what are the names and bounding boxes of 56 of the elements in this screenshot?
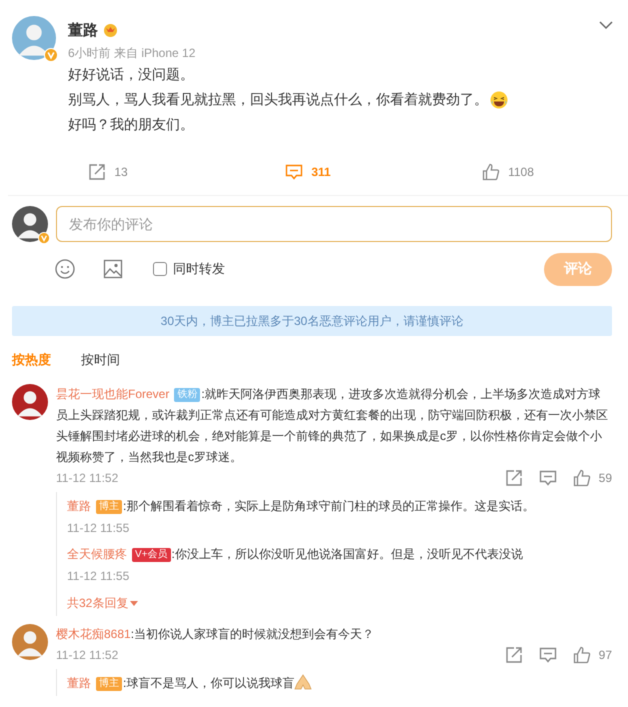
comment-time: 11-12 11:52 bbox=[56, 471, 118, 485]
username-link[interactable]: 樱木花痴8681 bbox=[56, 627, 131, 641]
user-badge: 铁粉 bbox=[174, 388, 200, 402]
thumbs-up-icon bbox=[572, 646, 591, 664]
author-name[interactable]: 董路 bbox=[68, 20, 98, 40]
share-action[interactable]: 13 bbox=[8, 157, 208, 187]
verified-badge-icon bbox=[38, 232, 50, 244]
thumbs-up-icon bbox=[482, 163, 500, 181]
smiley-icon[interactable] bbox=[55, 259, 75, 279]
avatar bbox=[12, 16, 56, 60]
post-text: 别骂人，骂人我看见就拉黑，回头我再说点什么，你看着就费劲了。 bbox=[68, 90, 488, 109]
reply-time: 11-12 11:55 bbox=[67, 520, 130, 537]
comment-action[interactable]: 311 bbox=[208, 157, 408, 187]
share-icon bbox=[88, 163, 106, 181]
like-action[interactable]: 97 bbox=[572, 646, 612, 664]
comment-text: 昙花一现也能Forever 铁粉 :就昨天阿洛伊西奥那表现，进攻多次造就得分机会，上半场多次造成对方球员上头踩踏犯规，或许裁判正常点还有可能造成对方黄红套餐的出现，防守端回防积极，还有一次小禁区头锤解围封堵必进球的机会，绝对能算是一个前锋的典范了，如果换成是c罗，以你性格你肯定会做个小视频称赞了，当然我也是c罗球迷。 bbox=[56, 386, 609, 466]
comment-text: 樱木花痴8681:当初你说人家球盲的时候就没想到会有今天？ bbox=[56, 626, 376, 643]
user-badge: 博主 bbox=[96, 677, 122, 691]
comment-icon[interactable] bbox=[538, 469, 557, 487]
crown-badge-icon bbox=[103, 23, 118, 37]
submit-button[interactable]: 评论 bbox=[544, 252, 612, 286]
avatar bbox=[12, 206, 48, 242]
username-link[interactable]: 全天候腰疼 bbox=[67, 547, 127, 561]
like-action[interactable]: 1108 bbox=[408, 157, 608, 187]
sort-tab[interactable]: 按热度 bbox=[12, 350, 51, 376]
user-badge: 博主 bbox=[96, 500, 122, 514]
reply-text: :那个解围看着惊奇，实际上是防角球守前门柱的球员的正常操作。这是实话。 bbox=[123, 499, 534, 513]
username-link[interactable]: 董路 bbox=[67, 499, 91, 513]
avatar bbox=[12, 384, 48, 420]
like-action[interactable]: 59 bbox=[572, 469, 612, 487]
chevron-down-icon[interactable] bbox=[599, 21, 613, 30]
user-badge: V+会员 bbox=[132, 548, 171, 562]
repost-checkbox[interactable] bbox=[153, 262, 167, 276]
caret-icon bbox=[130, 600, 138, 606]
post-text: 好吗？我的朋友们。 bbox=[68, 115, 194, 134]
verified-badge-icon bbox=[44, 48, 58, 62]
image-icon[interactable] bbox=[103, 259, 123, 279]
avatar bbox=[12, 624, 48, 660]
comment-icon bbox=[285, 163, 304, 181]
share-icon[interactable] bbox=[504, 646, 523, 664]
reply-text: :你没上车，所以你没听见他说洛国富好。但是，没听见不代表没说 bbox=[172, 547, 523, 561]
post-text: 好好说话，没问题。 bbox=[68, 65, 194, 84]
thumbs-up-icon bbox=[572, 469, 591, 487]
reply-time: 11-12 11:55 bbox=[67, 568, 130, 585]
username-link[interactable]: 昙花一现也能Forever bbox=[56, 387, 170, 401]
repost-label: 同时转发 bbox=[173, 260, 225, 278]
share-icon[interactable] bbox=[504, 469, 523, 487]
notice-banner: 30天内，博主已拉黑多于30名恶意评论用户，请谨慎评论 bbox=[12, 306, 612, 336]
comment-time: 11-12 11:52 bbox=[56, 648, 118, 662]
comment-icon[interactable] bbox=[538, 646, 557, 664]
reply-text: :球盲不是骂人，你可以说我球盲 bbox=[123, 676, 294, 690]
comment-input-field[interactable]: 发布你的评论 bbox=[56, 206, 612, 242]
more-replies-link[interactable]: 共32条回复 bbox=[67, 592, 138, 614]
username-link[interactable]: 董路 bbox=[67, 676, 91, 690]
post-meta: 6小时前 来自 iPhone 12 bbox=[68, 45, 196, 62]
sort-tab[interactable]: 按时间 bbox=[81, 350, 120, 376]
